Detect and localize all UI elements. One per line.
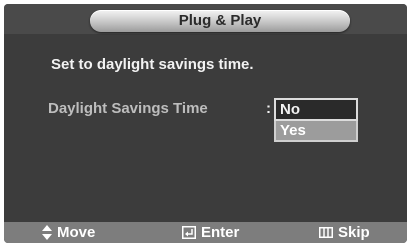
title-bar: Plug & Play bbox=[4, 4, 407, 34]
plug-and-play-menu: Plug & Play Set to daylight savings time… bbox=[4, 4, 407, 243]
skip-label: Skip bbox=[338, 224, 370, 241]
tv-screen: Plug & Play Set to daylight savings time… bbox=[0, 0, 417, 248]
option-no[interactable]: No bbox=[274, 98, 358, 121]
enter-hint: Enter bbox=[182, 222, 239, 243]
up-down-arrows-icon bbox=[42, 225, 52, 240]
label-separator: : bbox=[266, 100, 271, 117]
move-label: Move bbox=[57, 224, 96, 241]
skip-hint: Skip bbox=[319, 222, 370, 243]
menu-instruction: Set to daylight savings time. bbox=[51, 56, 254, 73]
menu-title: Plug & Play bbox=[90, 10, 350, 32]
option-yes[interactable]: Yes bbox=[274, 121, 358, 142]
daylight-savings-options[interactable]: No Yes bbox=[274, 98, 358, 142]
enter-icon bbox=[182, 226, 196, 239]
skip-icon bbox=[319, 227, 333, 238]
enter-label: Enter bbox=[201, 224, 240, 241]
move-hint: Move bbox=[42, 222, 95, 243]
button-hints-bar: Move Enter Skip bbox=[4, 222, 407, 243]
daylight-savings-label: Daylight Savings Time bbox=[48, 100, 208, 117]
